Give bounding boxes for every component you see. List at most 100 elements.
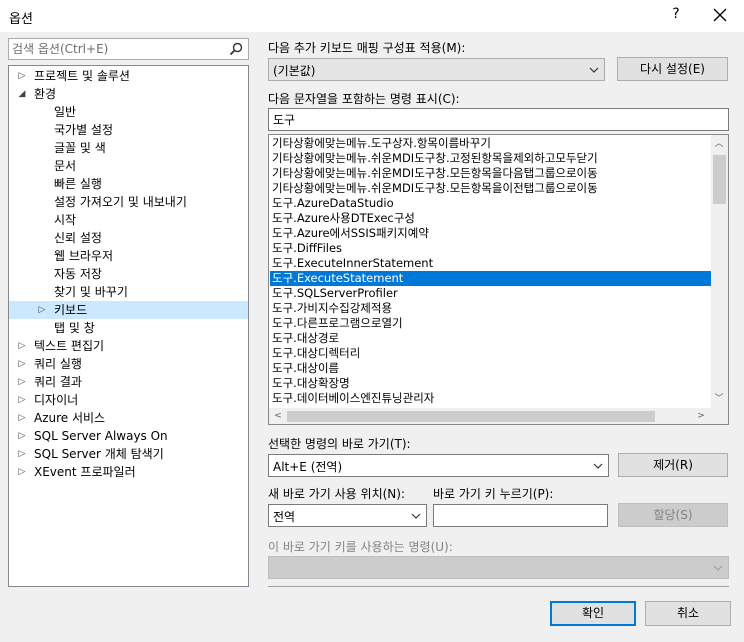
command-item[interactable]: 도구.대상경로 [270,331,711,346]
tree-item-label: 텍스트 편집기 [34,339,105,353]
command-item[interactable]: 도구.Azure사용DTExec구성 [270,211,711,226]
tree-item[interactable]: ▷ SQL Server 개체 탐색기 [9,445,248,463]
scroll-down-icon[interactable]: ﹀ [712,392,726,406]
command-item[interactable]: 도구.다른프로그램으로열기 [270,316,711,331]
tree-item[interactable]: ▷ 디자이너 [9,391,248,409]
command-item[interactable]: 도구.ExecuteInnerStatement [270,256,711,271]
command-item[interactable]: 기타상황에맞는메뉴.쉬운MDI도구창.모든항목을이전탭그룹으로이동 [270,181,711,196]
scroll-right-icon[interactable]: > [694,409,708,423]
scope-label: 새 바로 가기 사용 위치(N): [268,487,406,501]
mapping-scheme-value: (기본값) [273,64,316,78]
options-search-box[interactable] [8,38,249,60]
tree-item[interactable]: 자동 저장 [9,265,248,283]
horizontal-scroll-thumb[interactable] [287,411,655,422]
command-item[interactable]: 기타상황에맞는메뉴.도구상자.항목이름바꾸기 [270,136,711,151]
tree-item-label: SQL Server 개체 탐색기 [34,447,164,461]
press-keys-label: 바로 가기 키 누르기(P): [433,487,554,501]
command-item[interactable]: 도구.Azure에서SSIS패키지예약 [270,226,711,241]
press-keys-input[interactable] [438,508,594,522]
tree-item[interactable]: 글꼴 및 색 [9,139,248,157]
tree-item-label: 환경 [34,87,57,101]
command-filter-field[interactable] [268,108,729,131]
search-input[interactable] [12,41,222,57]
collapsed-arrow-icon[interactable]: ▷ [17,337,27,355]
collapsed-arrow-icon[interactable]: ▷ [17,445,27,463]
tree-item-label: 국가별 설정 [54,123,114,137]
command-item[interactable]: 도구.대상이름 [270,361,711,376]
tree-item[interactable]: ▷ XEvent 프로파일러 [9,463,248,481]
collapsed-arrow-icon[interactable]: ▷ [17,67,27,85]
command-item[interactable]: 기타상황에맞는메뉴.쉬운MDI도구창.고정된항목을제외하고모두닫기 [270,151,711,166]
tree-item[interactable]: ▷ 쿼리 실행 [9,355,248,373]
tree-item[interactable]: 문서 [9,157,248,175]
command-item[interactable]: 기타상황에맞는메뉴.쉬운MDI도구창.모든항목을다음탭그룹으로이동 [270,166,711,181]
tree-item-label: 일반 [54,105,77,119]
tree-item[interactable]: ▷ 쿼리 결과 [9,373,248,391]
command-filter-input[interactable] [273,112,687,126]
tree-item-label: 빠른 실행 [54,177,102,191]
command-list[interactable]: 기타상황에맞는메뉴.도구상자.항목이름바꾸기 기타상황에맞는메뉴.쉬운MDI도구창… [268,134,729,425]
press-keys-field[interactable] [433,504,608,527]
tree-item[interactable]: 신뢰 설정 [9,229,248,247]
tree-item[interactable]: 일반 [9,103,248,121]
used-by-label: 이 바로 가기 키를 사용하는 명령(U): [268,540,453,554]
tree-item[interactable]: 설정 가져오기 및 내보내기 [9,193,248,211]
tree-item[interactable]: ▷ 텍스트 편집기 [9,337,248,355]
collapsed-arrow-icon[interactable]: ▷ [17,409,27,427]
vertical-scroll-thumb[interactable] [713,155,726,204]
scroll-up-icon[interactable]: ︿ [712,137,726,151]
tree-item[interactable]: ▷ 키보드 [9,301,248,319]
tree-item[interactable]: ▷ Azure 서비스 [9,409,248,427]
chevron-down-icon [713,565,723,571]
command-item[interactable]: 도구.데이터베이스엔진튜닝관리자 [270,391,711,406]
command-item[interactable]: 도구.대상확장명 [270,376,711,391]
command-item[interactable]: 도구.대상디렉터리 [270,346,711,361]
tree-item-label: 신뢰 설정 [54,231,102,245]
reset-button[interactable]: 다시 설정(E) [617,57,728,81]
assign-button[interactable]: 할당(S) [618,503,728,527]
command-item[interactable]: 도구.SQLServerProfiler [270,286,711,301]
cancel-button[interactable]: 취소 [645,601,731,626]
collapsed-arrow-icon[interactable]: ▷ [17,355,27,373]
vertical-scrollbar[interactable]: ︿ ﹀ [711,135,728,408]
help-button[interactable]: ? [668,6,684,24]
collapsed-arrow-icon[interactable]: ▷ [17,391,27,409]
shortcuts-dropdown[interactable]: Alt+E (전역) [268,454,609,477]
tree-item[interactable]: 찾기 및 바꾸기 [9,283,248,301]
tree-item-label: SQL Server Always On [34,429,168,443]
search-icon[interactable] [228,41,244,57]
tree-item[interactable]: 국가별 설정 [9,121,248,139]
mapping-scheme-dropdown[interactable]: (기본값) [268,58,605,81]
collapsed-arrow-icon[interactable]: ▷ [17,427,27,445]
tree-item[interactable]: ◢ 환경 [9,85,248,103]
close-button[interactable] [710,5,730,25]
tree-item-label: 쿼리 결과 [34,375,82,389]
collapsed-arrow-icon[interactable]: ▷ [17,463,27,481]
window-title: 옵션 [9,12,33,27]
tree-item[interactable]: ▷ SQL Server Always On [9,427,248,445]
command-item[interactable]: 도구.ExecuteStatement [270,271,711,286]
tree-item-label: 웹 브라우저 [54,249,114,263]
tree-item[interactable]: 시작 [9,211,248,229]
tree-item[interactable]: 빠른 실행 [9,175,248,193]
collapsed-arrow-icon[interactable]: ▷ [17,373,27,391]
shortcuts-label: 선택한 명령의 바로 가기(T): [268,437,411,451]
tree-item[interactable]: ▷ 프로젝트 및 솔루션 [9,67,248,85]
chevron-down-icon [593,463,603,469]
tree-item-label: 디자이너 [34,393,79,407]
scope-dropdown[interactable]: 전역 [268,504,427,527]
collapsed-arrow-icon[interactable]: ▷ [37,301,47,319]
scroll-left-icon[interactable]: < [271,409,285,423]
used-by-dropdown[interactable] [268,556,729,579]
command-item[interactable]: 도구.가비지수집강제적용 [270,301,711,316]
command-item[interactable]: 도구.DiffFiles [270,241,711,256]
expanded-arrow-icon[interactable]: ◢ [17,85,27,103]
tree-item[interactable]: 탭 및 창 [9,319,248,337]
options-tree[interactable]: ▷ 프로젝트 및 솔루션 ◢ 환경일반국가별 설정글꼴 및 색 문서빠른 실행설정 가져… [8,65,249,587]
remove-button[interactable]: 제거(R) [618,453,728,477]
command-filter-label: 다음 문자열을 포함하는 명령 표시(C): [268,92,460,106]
ok-button[interactable]: 확인 [550,601,636,626]
command-item[interactable]: 도구.AzureDataStudio [270,196,711,211]
horizontal-scrollbar[interactable]: < > [269,408,711,424]
tree-item[interactable]: 웹 브라우저 [9,247,248,265]
